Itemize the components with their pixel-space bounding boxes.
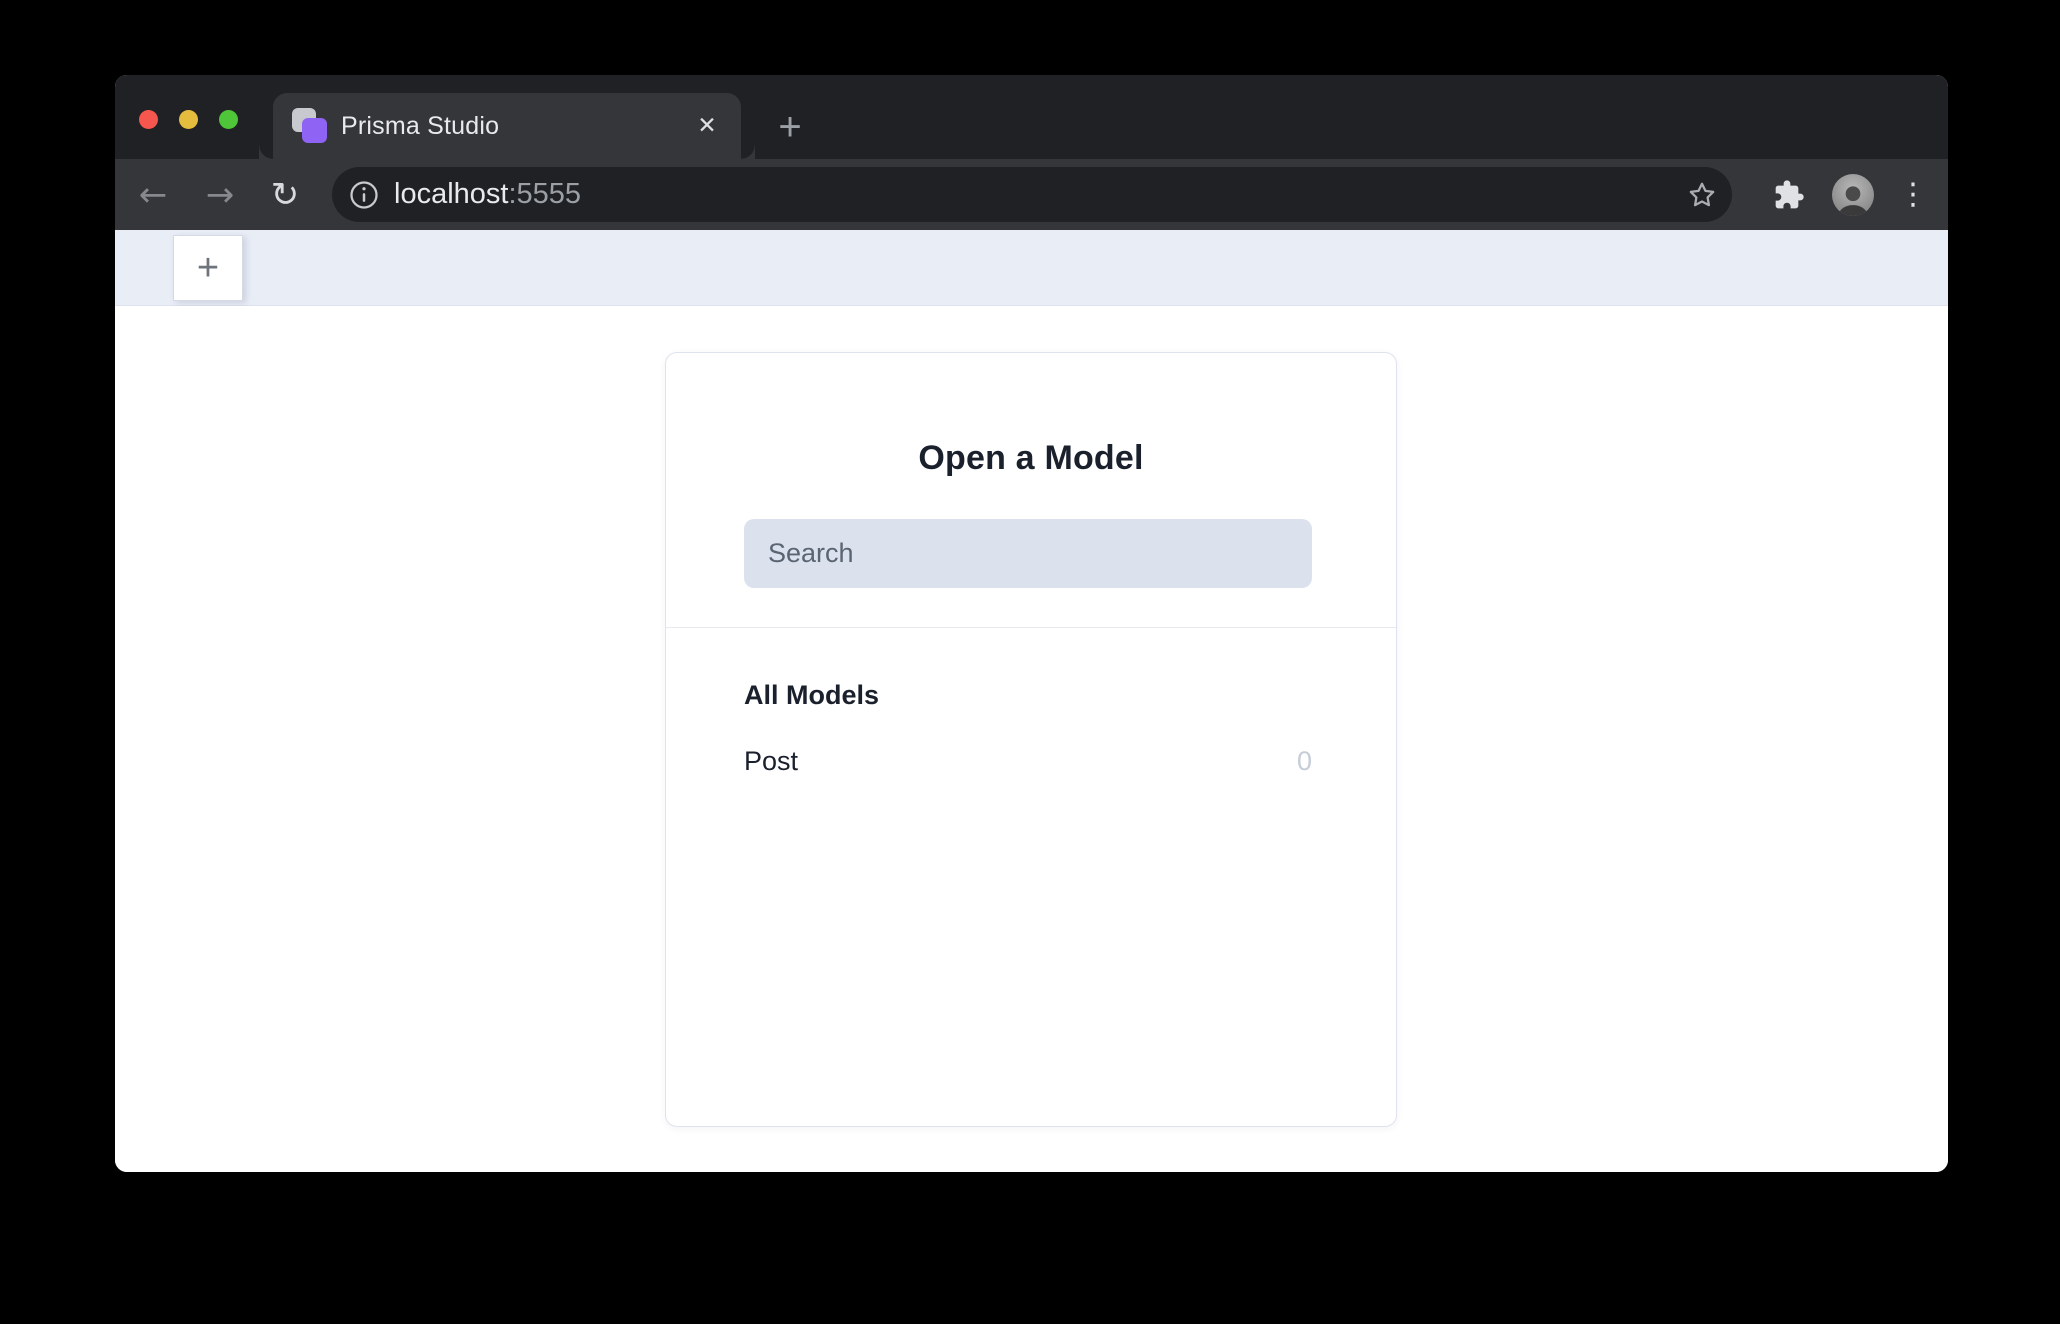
all-models-heading: All Models bbox=[744, 680, 880, 710]
dialog-title: Open a Model bbox=[918, 439, 1144, 477]
url-port: :5555 bbox=[508, 178, 582, 210]
model-name: Post bbox=[744, 746, 799, 776]
url-text: localhost:5555 bbox=[394, 178, 1686, 211]
studio-new-tab-button[interactable]: + bbox=[173, 235, 243, 301]
site-info-icon[interactable] bbox=[349, 180, 379, 210]
tab-title: Prisma Studio bbox=[341, 111, 500, 140]
browser-toolbar: ← → ↻ localhost:5555 ⋮ bbox=[115, 159, 1948, 230]
toolbar-right-cluster: ⋮ bbox=[1766, 159, 1948, 230]
profile-avatar[interactable] bbox=[1832, 173, 1874, 216]
model-search-input[interactable] bbox=[744, 519, 1312, 588]
list-item-model-post[interactable]: Post 0 bbox=[744, 746, 1312, 777]
browser-new-tab-button[interactable]: + bbox=[766, 103, 814, 151]
dialog-header-section: Open a Model bbox=[666, 353, 1396, 628]
url-host: localhost bbox=[394, 178, 509, 210]
maximize-window-button[interactable] bbox=[219, 110, 238, 129]
macos-traffic-lights bbox=[139, 110, 238, 129]
studio-tab-strip: + bbox=[115, 230, 1948, 306]
close-window-button[interactable] bbox=[139, 110, 158, 129]
model-record-count: 0 bbox=[1296, 746, 1312, 776]
browser-tab-prisma-studio[interactable]: Prisma Studio ✕ bbox=[273, 93, 755, 159]
browser-window: Prisma Studio ✕ + ← → ↻ localhost:5555 ⋮… bbox=[115, 75, 1948, 1172]
bookmark-star-icon[interactable] bbox=[1686, 179, 1718, 211]
models-list-section: All Models Post 0 bbox=[666, 628, 1396, 777]
reload-icon[interactable]: ↻ bbox=[262, 172, 308, 218]
prisma-studio-favicon-icon bbox=[292, 106, 330, 146]
extensions-puzzle-icon[interactable] bbox=[1766, 172, 1812, 218]
url-address-bar[interactable]: localhost:5555 bbox=[332, 167, 1732, 222]
browser-tab-strip: Prisma Studio ✕ + bbox=[115, 75, 1948, 159]
studio-page: Open a Model All Models Post 0 bbox=[115, 306, 1948, 1172]
open-model-dialog: Open a Model All Models Post 0 bbox=[665, 352, 1397, 1127]
forward-icon[interactable]: → bbox=[197, 172, 243, 218]
back-icon[interactable]: ← bbox=[130, 172, 176, 218]
browser-menu-dots-icon[interactable]: ⋮ bbox=[1890, 172, 1936, 218]
tab-close-icon[interactable]: ✕ bbox=[687, 106, 727, 146]
minimize-window-button[interactable] bbox=[179, 110, 198, 129]
